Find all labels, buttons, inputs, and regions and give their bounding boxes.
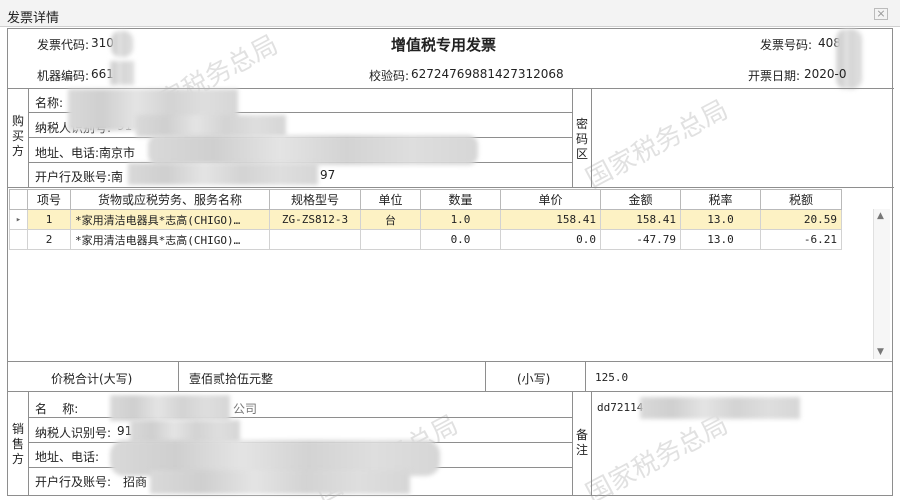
- watermark: 国家税务总局: [581, 94, 734, 195]
- total-label: 价税合计(大写): [51, 372, 133, 386]
- window-title: 发票详情: [7, 11, 60, 26]
- divider: [572, 392, 573, 496]
- cell-price[interactable]: 0.0: [500, 229, 601, 250]
- cipher-area-label: 密码区: [575, 117, 588, 161]
- remark-label: 备注: [575, 428, 588, 457]
- buyer-addr-label: 地址、电话:: [35, 146, 100, 160]
- row-indicator-header: [9, 189, 28, 210]
- invoice-code-label: 发票代码:: [37, 38, 90, 52]
- divider: [591, 392, 592, 496]
- cell-unit[interactable]: 台: [360, 209, 421, 230]
- seller-tax-id-label: 纳税人识别号:: [35, 426, 112, 440]
- cell-name[interactable]: *家用清洁电器具*志高(CHIGO)…: [70, 229, 270, 250]
- seller-addr-label: 地址、电话:: [35, 450, 100, 464]
- redaction: [148, 135, 478, 165]
- column-header[interactable]: 税率: [680, 189, 761, 210]
- column-header[interactable]: 税额: [760, 189, 842, 210]
- table-row[interactable]: ▸ 1 *家用清洁电器具*志高(CHIGO)… ZG-ZS812-3 台 1.0…: [9, 209, 842, 230]
- seller-name-label: 名 称:: [35, 402, 79, 416]
- machine-code-label: 机器编码:: [37, 69, 90, 83]
- buyer-addr-value: 南京市: [99, 146, 136, 160]
- buyer-side-label: 购买方: [11, 114, 24, 158]
- redaction: [640, 397, 800, 419]
- remark-value: dd72114: [597, 401, 644, 414]
- column-header[interactable]: 单位: [360, 189, 421, 210]
- check-code-value: 62724769881427312068: [411, 67, 564, 81]
- divider: [572, 88, 573, 187]
- redaction: [150, 470, 410, 494]
- divider: [8, 361, 893, 362]
- buyer-bank-label: 开户行及账号:: [35, 170, 112, 184]
- total-upper-value: 壹佰贰拾伍元整: [189, 372, 274, 386]
- redaction: [110, 61, 134, 85]
- scroll-down-icon[interactable]: ▼: [877, 347, 884, 357]
- cell-qty[interactable]: 0.0: [420, 229, 501, 250]
- cell-rate[interactable]: 13.0: [680, 209, 761, 230]
- column-header[interactable]: 单价: [500, 189, 601, 210]
- table-row[interactable]: 2 *家用清洁电器具*志高(CHIGO)… 0.0 0.0 -47.79 13.…: [9, 229, 842, 250]
- divider: [585, 361, 586, 391]
- table-header-row: 项号 货物或应税劳务、服务名称 规格型号 单位 数量 单价 金额 税率 税额: [9, 189, 842, 210]
- total-lower-label: (小写): [517, 372, 551, 386]
- seller-name-tail: 公司: [233, 402, 258, 416]
- redaction: [128, 163, 318, 185]
- divider: [8, 391, 893, 392]
- seller-side-label: 销售方: [11, 422, 24, 466]
- column-header[interactable]: 货物或应税劳务、服务名称: [70, 189, 270, 210]
- row-indicator: [9, 229, 28, 250]
- cell-amount[interactable]: 158.41: [600, 209, 681, 230]
- divider: [591, 88, 592, 187]
- date-value: 2020-0: [804, 67, 847, 81]
- column-header[interactable]: 金额: [600, 189, 681, 210]
- divider: [178, 361, 179, 391]
- divider: [485, 361, 486, 391]
- invoice-no-label: 发票号码:: [760, 38, 813, 52]
- redaction: [136, 115, 286, 137]
- column-header[interactable]: 规格型号: [269, 189, 361, 210]
- cell-tax[interactable]: 20.59: [760, 209, 842, 230]
- cell-price[interactable]: 158.41: [500, 209, 601, 230]
- cell-tax[interactable]: -6.21: [760, 229, 842, 250]
- close-icon[interactable]: ⨯: [874, 8, 888, 20]
- divider: [8, 187, 894, 188]
- total-lower-value: 125.0: [595, 371, 629, 384]
- cell-spec[interactable]: ZG-ZS812-3: [269, 209, 361, 230]
- items-table: 项号 货物或应税劳务、服务名称 规格型号 单位 数量 单价 金额 税率 税额 ▸…: [9, 189, 842, 250]
- check-code-label: 校验码:: [369, 69, 410, 83]
- cell-no[interactable]: 2: [27, 229, 71, 250]
- column-header[interactable]: 项号: [27, 189, 71, 210]
- page-title: 增值税专用发票: [391, 36, 497, 54]
- table-scrollbar[interactable]: ▲ ▼: [873, 209, 890, 359]
- cell-qty[interactable]: 1.0: [420, 209, 501, 230]
- scroll-up-icon[interactable]: ▲: [877, 211, 884, 221]
- buyer-name-label: 名称:: [35, 96, 64, 110]
- buyer-bank-tail: 97: [320, 168, 336, 182]
- date-label: 开票日期:: [748, 69, 801, 83]
- cell-no[interactable]: 1: [27, 209, 71, 230]
- cell-unit[interactable]: [360, 229, 421, 250]
- cell-amount[interactable]: -47.79: [600, 229, 681, 250]
- column-header[interactable]: 数量: [420, 189, 501, 210]
- seller-bank-label: 开户行及账号:: [35, 475, 112, 489]
- row-pointer-icon: ▸: [9, 209, 28, 230]
- redaction: [111, 31, 133, 57]
- window-titlebar: 发票详情 ⨯: [0, 0, 900, 27]
- cell-spec[interactable]: [269, 229, 361, 250]
- cell-name[interactable]: *家用清洁电器具*志高(CHIGO)…: [70, 209, 270, 230]
- buyer-bank-value: 南: [111, 170, 124, 184]
- divider: [28, 392, 29, 496]
- cell-rate[interactable]: 13.0: [680, 229, 761, 250]
- redaction: [110, 395, 230, 421]
